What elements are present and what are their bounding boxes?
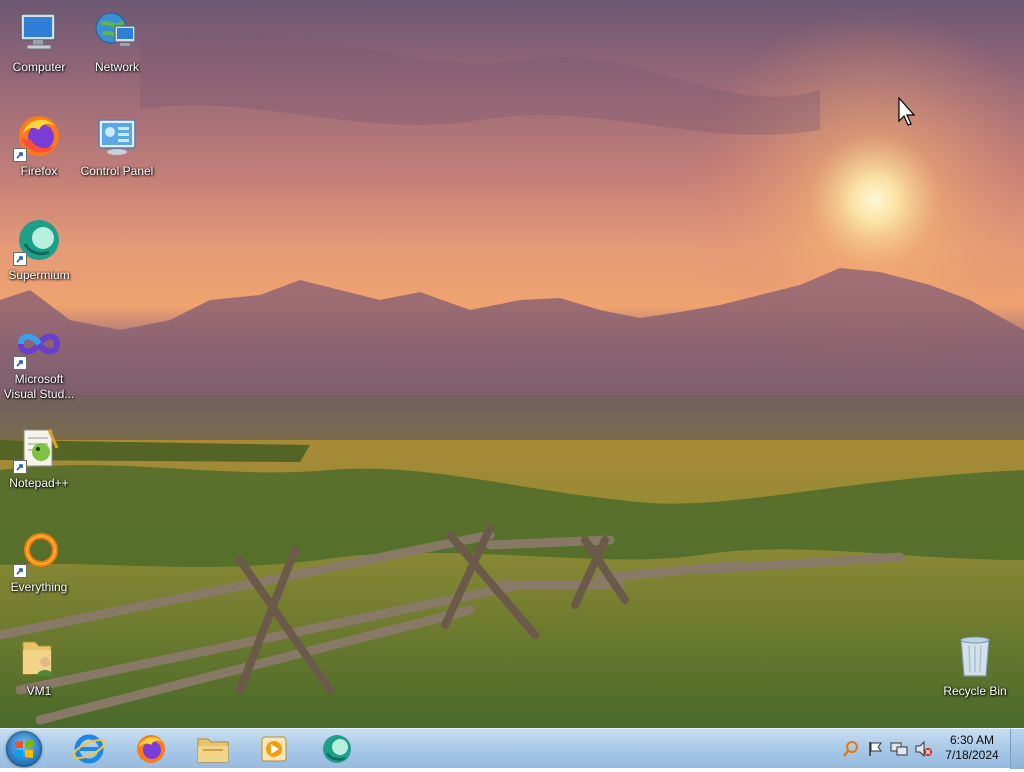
desktop-icon-network[interactable]: Network (78, 2, 156, 98)
desktop-icon-label: Microsoft Visual Stud... (3, 372, 75, 401)
mouse-pointer-icon (898, 97, 916, 126)
start-button[interactable] (6, 731, 42, 767)
desktop-icon-visual-studio[interactable]: Microsoft Visual Stud... (0, 314, 78, 410)
desktop-icon-vm1[interactable]: VM1 (0, 626, 78, 722)
windows-logo-icon (15, 740, 33, 758)
desktop-icon-notepadpp[interactable]: Notepad++ (0, 418, 78, 514)
visual-studio-icon (13, 320, 63, 370)
desktop-icon-label: Network (94, 60, 139, 74)
recycle-bin-icon (951, 632, 999, 680)
show-desktop-button[interactable] (1010, 729, 1024, 769)
desktop-icon-label: Computer (12, 60, 66, 74)
desktop-icon-label: Recycle Bin (943, 684, 1007, 698)
taskbar: 6:30 AM 7/18/2024 (0, 728, 1024, 769)
desktop[interactable]: Computer Network Firefox Control Panel S… (0, 0, 1024, 728)
shortcut-arrow-icon (13, 564, 27, 578)
network-icon (93, 8, 141, 56)
search-icon[interactable] (842, 740, 860, 758)
taskbar-file-explorer[interactable] (190, 731, 236, 767)
supermium-icon (323, 735, 351, 763)
shortcut-arrow-icon (13, 252, 27, 266)
taskbar-media-player[interactable] (252, 731, 298, 767)
firefox-icon (137, 735, 165, 763)
control-panel-icon (93, 112, 141, 160)
taskbar-supermium[interactable] (314, 731, 360, 767)
desktop-icon-label: Supermium (8, 268, 70, 282)
desktop-icon-label: VM1 (26, 684, 52, 698)
volume-muted-icon[interactable] (914, 740, 932, 758)
media-player-icon (261, 736, 287, 762)
firefox-icon (13, 112, 63, 162)
desktop-icon-control-panel[interactable]: Control Panel (78, 106, 156, 202)
desktop-icon-label: Everything (10, 580, 68, 594)
file-explorer-icon (197, 738, 229, 763)
everything-icon (13, 528, 63, 578)
desktop-icon-computer[interactable]: Computer (0, 2, 78, 98)
clock-date: 7/18/2024 (945, 748, 999, 762)
desktop-icon-recycle-bin[interactable]: Recycle Bin (936, 626, 1014, 722)
clock[interactable]: 6:30 AM 7/18/2024 (932, 733, 1012, 763)
clock-time: 6:30 AM (949, 733, 995, 747)
folder-user-icon (15, 632, 63, 680)
desktop-icon-label: Control Panel (80, 164, 154, 178)
desktop-icon-supermium[interactable]: Supermium (0, 210, 78, 306)
computer-icon (15, 8, 63, 56)
desktop-icon-firefox[interactable]: Firefox (0, 106, 78, 202)
taskbar-firefox[interactable] (128, 731, 174, 767)
taskbar-internet-explorer[interactable] (66, 731, 112, 767)
notepadpp-icon (13, 424, 63, 474)
desktop-icon-everything[interactable]: Everything (0, 522, 78, 618)
desktop-icon-label: Firefox (20, 164, 58, 178)
desktop-icon-label: Notepad++ (9, 476, 69, 490)
supermium-icon (13, 216, 63, 266)
network-icon[interactable] (890, 740, 908, 758)
internet-explorer-icon (72, 734, 106, 764)
action-center-flag-icon[interactable] (866, 740, 884, 758)
shortcut-arrow-icon (13, 356, 27, 370)
shortcut-arrow-icon (13, 460, 27, 474)
shortcut-arrow-icon (13, 148, 27, 162)
